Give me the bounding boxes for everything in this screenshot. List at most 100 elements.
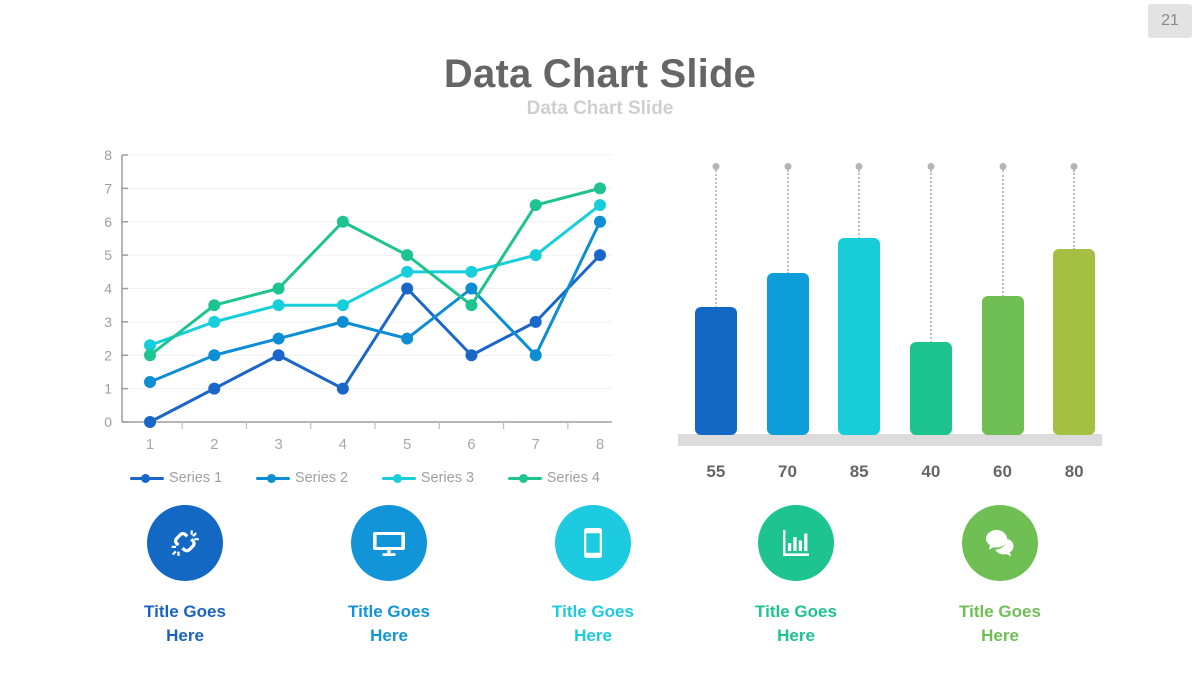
- line-chart-svg: 0 1 2 3 4 5 6 7 8 1 2 3 4 5 6 7 8: [104, 147, 612, 453]
- line-series-point: [336, 299, 349, 312]
- line-series-point: [336, 215, 349, 228]
- bar-value-label: 40: [921, 462, 941, 481]
- bar-column[interactable]: [1053, 155, 1096, 435]
- bar-connector-line: [1073, 170, 1076, 250]
- bar-chart-icon[interactable]: [758, 505, 834, 581]
- bar-connector-line: [786, 170, 789, 274]
- line-series-point: [272, 299, 285, 312]
- legend-item-label: Series 2: [294, 470, 349, 486]
- line-series-point: [144, 416, 156, 428]
- legend-marker-icon: [381, 472, 416, 484]
- bar-value-label: 85: [849, 462, 869, 481]
- line-series-point: [336, 315, 349, 328]
- line-chart-legend: Series 1 Series 2 Series 3 Series 4: [130, 465, 600, 491]
- y-axis-tick-label: 0: [104, 414, 112, 430]
- feature-item-title-line2: Here: [777, 626, 815, 646]
- legend-item-label: Series 4: [546, 470, 600, 486]
- bar-rect[interactable]: [909, 342, 952, 435]
- feature-item-1[interactable]: Title Goes Here: [105, 505, 265, 648]
- x-axis-tick-label: 7: [532, 436, 540, 453]
- line-series-point: [529, 315, 542, 328]
- x-axis-tick-label: 5: [403, 436, 411, 453]
- line-series-point: [208, 349, 221, 362]
- legend-item-1[interactable]: Series 1: [130, 470, 222, 486]
- line-series-point: [529, 349, 542, 362]
- legend-item-2[interactable]: Series 2: [255, 470, 349, 486]
- legend-item-label: Series 1: [169, 470, 223, 486]
- legend-marker-icon: [130, 472, 164, 484]
- line-series-point: [208, 315, 221, 328]
- bar-column[interactable]: [838, 155, 881, 435]
- line-series-point: [594, 199, 606, 212]
- y-axis-tick-label: 5: [104, 247, 112, 263]
- bar-column[interactable]: [694, 155, 737, 435]
- feature-item-2[interactable]: Title Goes Here: [309, 505, 469, 648]
- line-series-point: [401, 249, 414, 262]
- feature-item-title-line1: Title Goes: [959, 602, 1041, 621]
- feature-item-title-line2: Here: [574, 626, 612, 646]
- bar-connector-line: [858, 170, 861, 239]
- line-series-point: [272, 332, 285, 345]
- line-series-path: [148, 253, 602, 424]
- legend-item-label: Series 3: [420, 470, 475, 486]
- line-series-point: [144, 375, 156, 388]
- feature-item-title-line2: Here: [981, 626, 1019, 646]
- feature-item-title-line1: Title Goes: [144, 602, 226, 621]
- legend-item-3[interactable]: Series 3: [381, 470, 475, 486]
- bar-top-dot-icon: [999, 163, 1006, 170]
- bar-connector-line: [1001, 170, 1004, 297]
- bar-column[interactable]: [981, 155, 1024, 435]
- broken-link-icon[interactable]: [147, 505, 223, 581]
- bar-top-dot-icon: [712, 163, 720, 170]
- feature-item-5[interactable]: Title Goes Here: [920, 505, 1080, 648]
- line-series-point: [465, 299, 478, 312]
- bar-top-dot-icon: [784, 163, 791, 170]
- monitor-icon[interactable]: [351, 505, 427, 581]
- bar-value-label: 60: [993, 462, 1012, 481]
- x-axis-tick-label: 4: [339, 436, 347, 453]
- bar-rect[interactable]: [838, 238, 881, 435]
- x-axis-tick-label: 1: [146, 436, 154, 453]
- page-subtitle: Data Chart Slide: [526, 98, 674, 119]
- feature-icon-row: Title Goes Here Title Goes Here Title Goes He…: [0, 505, 1200, 655]
- bar-top-dot-icon: [1070, 163, 1078, 170]
- feature-item-title: Title Goes Here: [513, 600, 673, 648]
- line-chart: 0 1 2 3 4 5 6 7 8 1 2 3 4 5 6 7 8: [90, 145, 630, 455]
- line-series-point: [401, 282, 414, 295]
- legend-item-4[interactable]: Series 4: [507, 470, 600, 486]
- x-axis-tick-label: 3: [274, 436, 282, 453]
- line-series-point: [465, 349, 478, 362]
- y-axis-tick-label: 1: [104, 381, 112, 397]
- feature-item-4[interactable]: Title Goes Here: [716, 505, 876, 648]
- line-series-point: [401, 332, 414, 345]
- y-axis-tick-label: 2: [104, 347, 112, 363]
- line-series-point: [208, 299, 221, 312]
- chat-bubbles-icon[interactable]: [962, 505, 1038, 581]
- line-series-point: [272, 349, 285, 362]
- line-series-point: [594, 182, 606, 195]
- legend-marker-icon: [255, 472, 290, 484]
- bar-column[interactable]: [909, 155, 952, 435]
- feature-item-title: Title Goes Here: [716, 600, 876, 648]
- bar-rect[interactable]: [981, 296, 1024, 435]
- feature-item-title-line2: Here: [370, 626, 408, 646]
- bar-rect[interactable]: [766, 273, 809, 435]
- bar-value-label: 55: [706, 462, 726, 481]
- bar-column[interactable]: [766, 155, 809, 435]
- bar-rect[interactable]: [1053, 249, 1096, 435]
- mobile-phone-icon[interactable]: [555, 505, 631, 581]
- bar-top-dot-icon: [855, 163, 863, 170]
- line-series-point: [529, 249, 542, 262]
- line-series-point: [272, 282, 285, 295]
- bar-rect[interactable]: [694, 307, 737, 435]
- bar-chart: [680, 155, 1110, 445]
- page-title: Data Chart Slide: [443, 52, 757, 96]
- y-axis-tick-label: 7: [104, 180, 112, 196]
- feature-item-title-line2: Here: [166, 626, 204, 646]
- y-axis-tick-label: 4: [104, 281, 112, 297]
- legend-marker-icon: [507, 472, 542, 484]
- page-number-text: 21: [1161, 12, 1179, 29]
- y-axis-tick-label: 6: [104, 214, 112, 230]
- feature-item-3[interactable]: Title Goes Here: [513, 505, 673, 648]
- x-axis-tick-label: 6: [467, 436, 475, 453]
